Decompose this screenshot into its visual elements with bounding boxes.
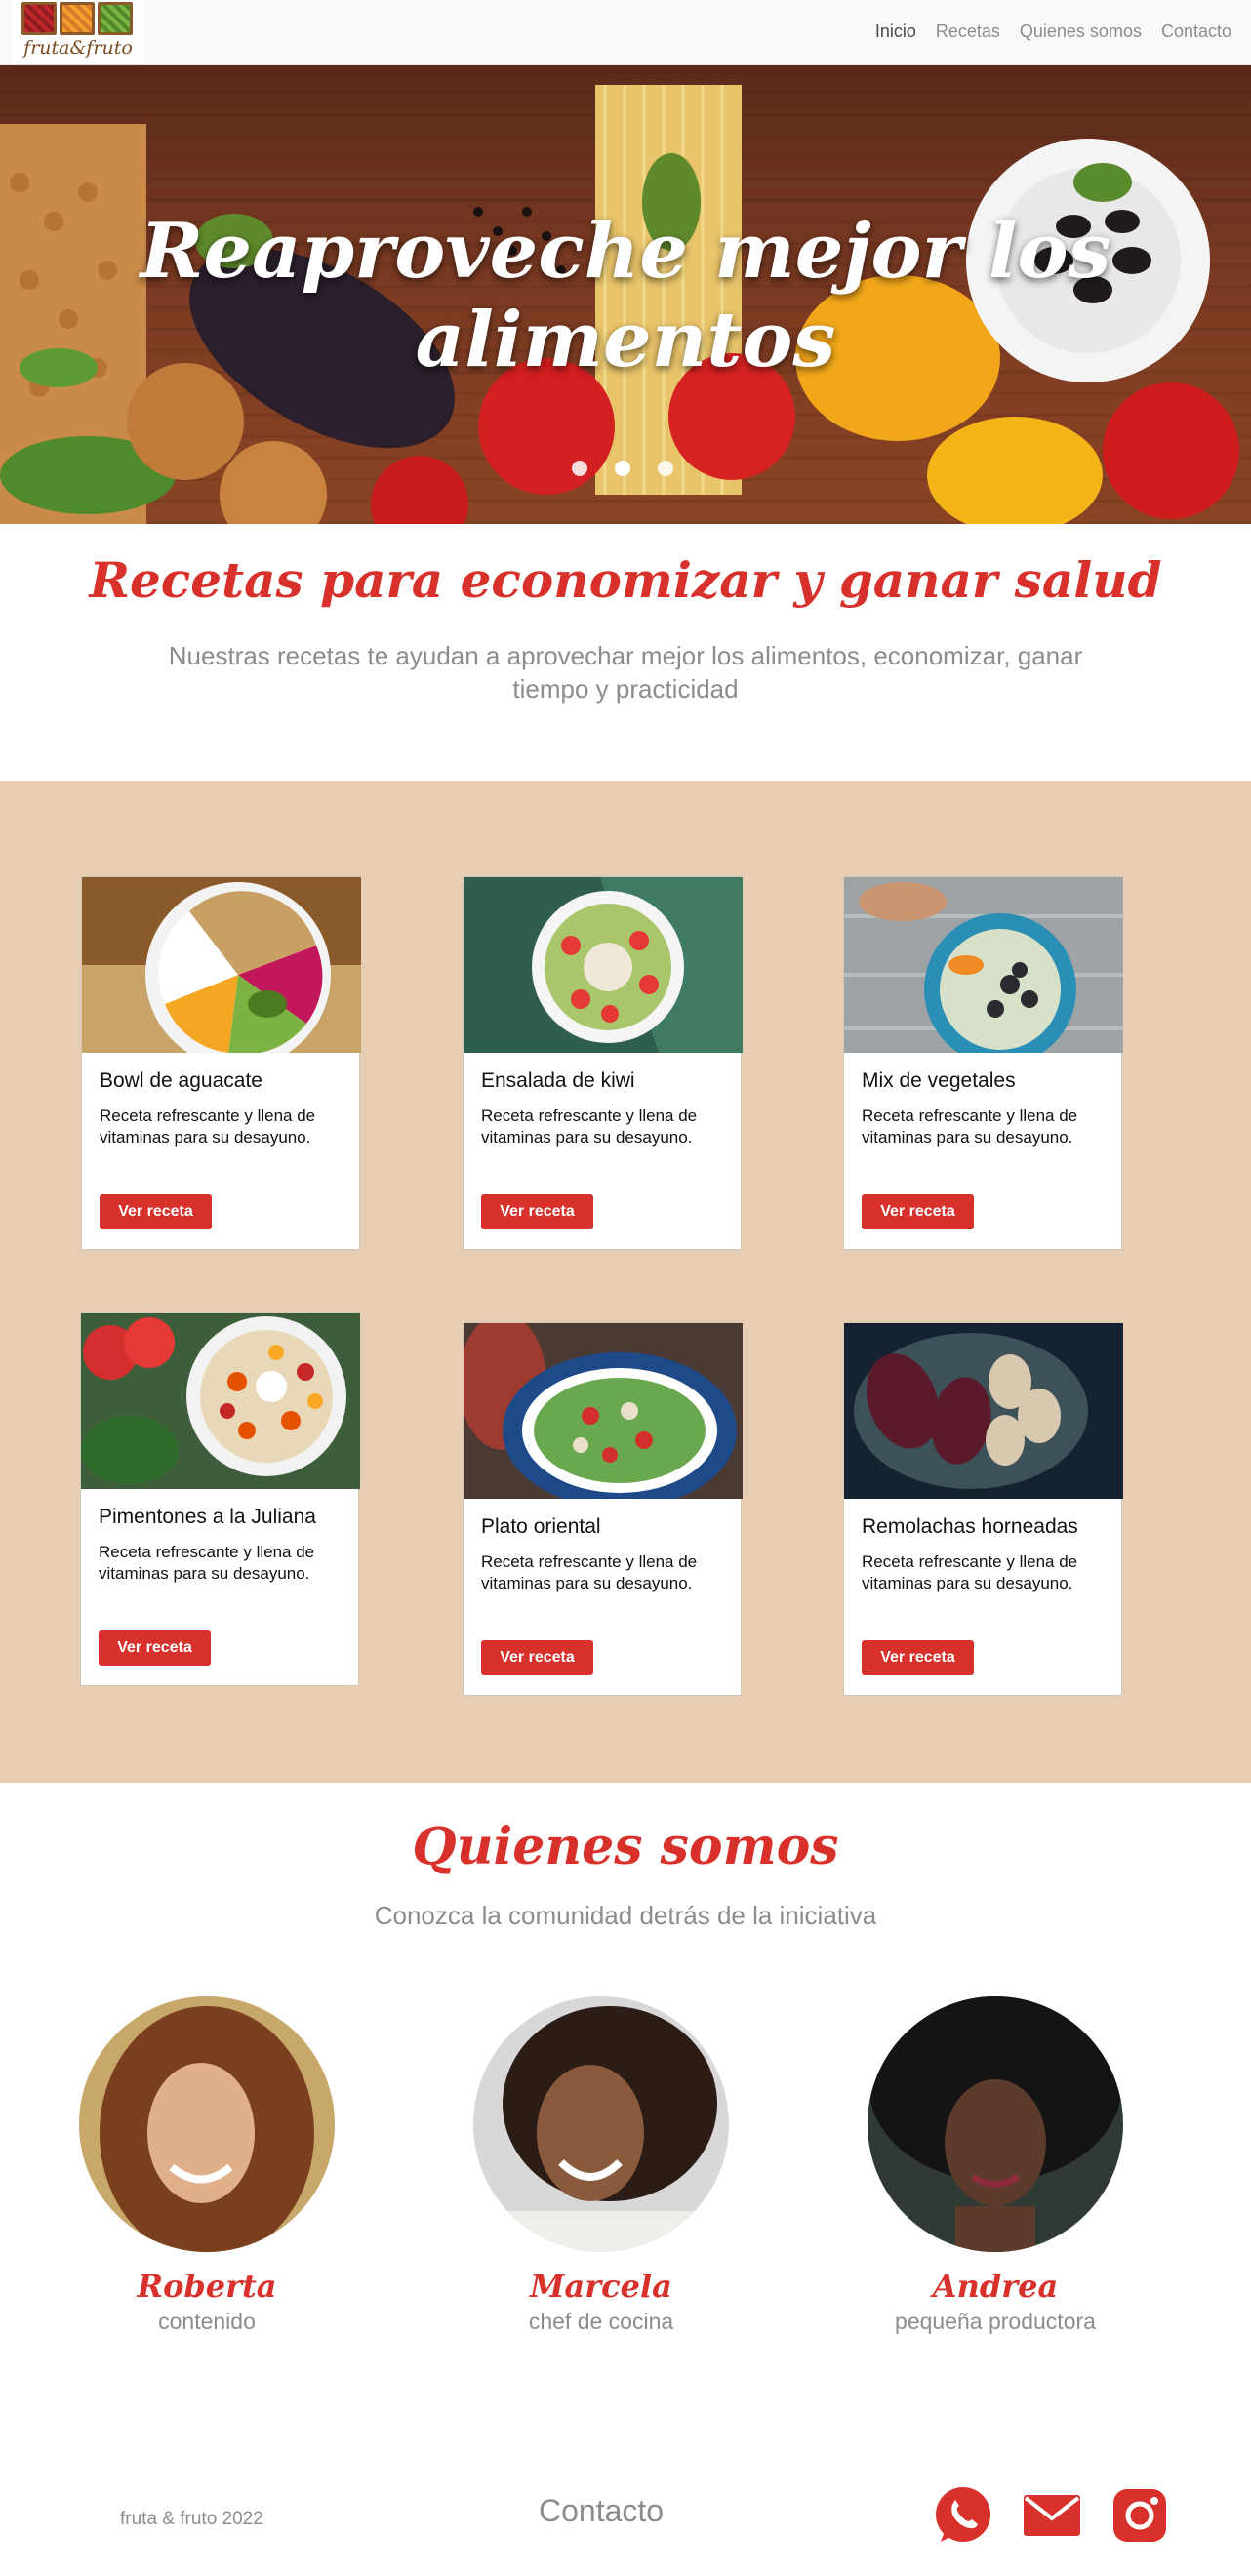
email-icon[interactable] — [1022, 2485, 1082, 2546]
recipe-image — [82, 877, 361, 1053]
whatsapp-icon[interactable] — [933, 2485, 993, 2546]
recipes-section-title: Recetas para economizar y ganar salud — [89, 551, 1162, 609]
carousel-dot[interactable] — [615, 461, 630, 476]
recipe-title: Remolachas horneadas — [862, 1515, 1078, 1538]
nav-link-inicio[interactable]: Inicio — [875, 21, 916, 42]
carousel-indicators — [572, 461, 673, 476]
recipe-image — [844, 877, 1123, 1053]
member-role: pequeña productora — [895, 2309, 1096, 2334]
view-recipe-button[interactable]: Ver receta — [862, 1640, 974, 1675]
recipes-section-subtitle: Nuestras recetas te ayudan a aprovechar … — [168, 641, 1083, 704]
brand-logo[interactable]: fruta&fruto — [12, 0, 144, 64]
carousel-dot[interactable] — [658, 461, 673, 476]
member-role: chef de cocina — [528, 2309, 674, 2334]
view-recipe-button[interactable]: Ver receta — [100, 1194, 212, 1229]
footer-copyright: fruta & fruto 2022 — [120, 2509, 263, 2529]
hero-carousel[interactable]: Reaproveche mejor los alimentos — [0, 65, 1251, 524]
carousel-dot[interactable] — [572, 461, 587, 476]
nav-link-recetas[interactable]: Recetas — [936, 21, 1000, 42]
member-name: Roberta — [137, 2268, 277, 2305]
recipe-title: Plato oriental — [481, 1515, 601, 1538]
recipe-title: Bowl de aguacate — [100, 1069, 262, 1092]
recipe-card: Mix de vegetales Receta refrescante y ll… — [843, 876, 1123, 1250]
nav-links: Inicio Recetas Quienes somos Contacto — [875, 21, 1231, 42]
recipe-card: Pimentones a la Juliana Receta refrescan… — [80, 1312, 360, 1686]
view-recipe-button[interactable]: Ver receta — [862, 1194, 974, 1229]
recipe-description: Receta refrescante y llena de vitaminas … — [481, 1107, 698, 1147]
recipe-title: Mix de vegetales — [862, 1069, 1016, 1092]
avatar — [868, 1996, 1123, 2252]
recipe-image — [464, 877, 743, 1053]
navbar: fruta&fruto Inicio Recetas Quienes somos… — [0, 0, 1251, 65]
member-name: Marcela — [530, 2268, 672, 2305]
team-member: Roberta contenido — [79, 1996, 335, 2335]
recipe-description: Receta refrescante y llena de vitaminas … — [481, 1552, 698, 1592]
logo-text: fruta&fruto — [23, 37, 133, 59]
recipe-description: Receta refrescante y llena de vitaminas … — [862, 1107, 1078, 1147]
instagram-icon[interactable] — [1110, 2485, 1170, 2546]
avatar — [79, 1996, 335, 2252]
recipe-card: Plato oriental Receta refrescante y llen… — [463, 1322, 743, 1696]
recipe-image — [81, 1313, 360, 1489]
nav-link-contacto[interactable]: Contacto — [1161, 21, 1231, 42]
about-section-title: Quienes somos — [412, 1817, 839, 1876]
view-recipe-button[interactable]: Ver receta — [481, 1640, 593, 1675]
member-name: Andrea — [932, 2268, 1059, 2305]
about-section-subtitle: Conozca la comunidad detrás de la inicia… — [374, 1901, 877, 1930]
recipe-card: Remolachas horneadas Receta refrescante … — [843, 1322, 1123, 1696]
recipe-card: Bowl de aguacate Receta refrescante y ll… — [81, 876, 361, 1250]
team-member: Marcela chef de cocina — [473, 1996, 729, 2335]
recipe-card: Ensalada de kiwi Receta refrescante y ll… — [463, 876, 743, 1250]
recipe-description: Receta refrescante y llena de vitaminas … — [99, 1543, 315, 1583]
nav-link-quienes-somos[interactable]: Quienes somos — [1020, 21, 1142, 42]
team-member: Andrea pequeña productora — [868, 1996, 1123, 2335]
view-recipe-button[interactable]: Ver receta — [99, 1630, 211, 1666]
recipe-image — [464, 1323, 743, 1499]
recipes-grid: Bowl de aguacate Receta refrescante y ll… — [0, 781, 1251, 1783]
recipe-title: Pimentones a la Juliana — [99, 1506, 316, 1528]
footer-contact-label: Contacto — [539, 2493, 665, 2528]
avatar — [473, 1996, 729, 2252]
logo-crates-icon — [21, 2, 133, 35]
recipe-description: Receta refrescante y llena de vitaminas … — [100, 1107, 316, 1147]
recipe-title: Ensalada de kiwi — [481, 1069, 635, 1092]
recipe-description: Receta refrescante y llena de vitaminas … — [862, 1552, 1078, 1592]
view-recipe-button[interactable]: Ver receta — [481, 1194, 593, 1229]
page: fruta&fruto Inicio Recetas Quienes somos… — [0, 0, 1251, 2576]
recipe-image — [844, 1323, 1123, 1499]
hero-title: Reaproveche mejor los alimentos — [140, 207, 1111, 384]
member-role: contenido — [158, 2309, 256, 2334]
